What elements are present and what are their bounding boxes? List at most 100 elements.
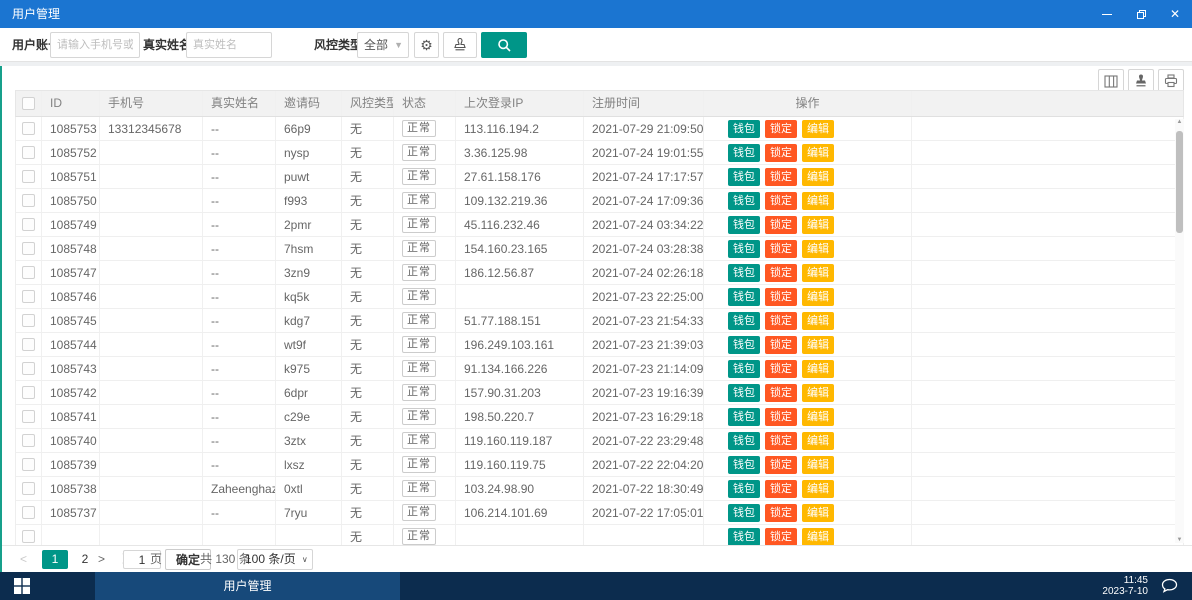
lock-button[interactable]: 锁定 [765,360,797,378]
row-checkbox[interactable] [22,170,35,183]
wallet-button[interactable]: 钱包 [728,264,760,282]
settings-button[interactable]: ⚙ [414,32,439,58]
lock-button[interactable]: 锁定 [765,120,797,138]
edit-button[interactable]: 编辑 [802,168,834,186]
edit-button[interactable]: 编辑 [802,456,834,474]
row-checkbox[interactable] [22,482,35,495]
lock-button[interactable]: 锁定 [765,480,797,498]
close-button[interactable]: ✕ [1158,0,1192,28]
row-checkbox[interactable] [22,338,35,351]
select-all-checkbox[interactable] [22,97,35,110]
edit-button[interactable]: 编辑 [802,384,834,402]
lock-button[interactable]: 锁定 [765,408,797,426]
taskbar-clock[interactable]: 11:45 2023-7-10 [1102,575,1148,597]
row-checkbox[interactable] [22,218,35,231]
edit-button[interactable]: 编辑 [802,144,834,162]
lock-button[interactable]: 锁定 [765,288,797,306]
wallet-button[interactable]: 钱包 [728,144,760,162]
stamp-button[interactable] [443,32,477,58]
vertical-scrollbar[interactable]: ▲ ▼ [1175,119,1184,543]
cell-risk: 无 [342,333,394,356]
edit-button[interactable]: 编辑 [802,432,834,450]
scroll-up-icon[interactable]: ▲ [1175,119,1184,125]
edit-button[interactable]: 编辑 [802,120,834,138]
wallet-button[interactable]: 钱包 [728,288,760,306]
wallet-button[interactable]: 钱包 [728,504,760,522]
row-checkbox[interactable] [22,122,35,135]
chat-icon[interactable] [1161,578,1178,598]
lock-button[interactable]: 锁定 [765,504,797,522]
wallet-button[interactable]: 钱包 [728,384,760,402]
lock-button[interactable]: 锁定 [765,192,797,210]
prev-page-button[interactable]: < [20,546,27,573]
row-checkbox[interactable] [22,362,35,375]
row-checkbox[interactable] [22,458,35,471]
lock-button[interactable]: 锁定 [765,528,797,545]
scrollbar-thumb[interactable] [1176,131,1183,233]
page-button-2[interactable]: 2 [72,550,98,569]
edit-button[interactable]: 编辑 [802,216,834,234]
wallet-button[interactable]: 钱包 [728,192,760,210]
row-checkbox[interactable] [22,314,35,327]
minimize-button[interactable] [1090,0,1124,28]
edit-button[interactable]: 编辑 [802,360,834,378]
row-checkbox[interactable] [22,266,35,279]
wallet-button[interactable]: 钱包 [728,528,760,545]
row-checkbox[interactable] [22,146,35,159]
page-button-1[interactable]: 1 [42,550,68,569]
edit-button[interactable]: 编辑 [802,504,834,522]
lock-button[interactable]: 锁定 [765,456,797,474]
scroll-down-icon[interactable]: ▼ [1175,537,1184,543]
wallet-button[interactable]: 钱包 [728,480,760,498]
wallet-button[interactable]: 钱包 [728,168,760,186]
edit-button[interactable]: 编辑 [802,288,834,306]
lock-button[interactable]: 锁定 [765,384,797,402]
wallet-button[interactable]: 钱包 [728,312,760,330]
taskbar-item-user-management[interactable]: 用户管理 [95,572,400,600]
edit-button[interactable]: 编辑 [802,312,834,330]
start-button[interactable] [14,578,30,599]
edit-button[interactable]: 编辑 [802,240,834,258]
lock-button[interactable]: 锁定 [765,336,797,354]
restore-button[interactable] [1124,0,1158,28]
per-page-select[interactable]: 100 条/页 ∨ [237,549,313,570]
wallet-button[interactable]: 钱包 [728,240,760,258]
lock-button[interactable]: 锁定 [765,216,797,234]
account-input[interactable] [50,32,140,58]
edit-button[interactable]: 编辑 [802,528,834,545]
edit-button[interactable]: 编辑 [802,264,834,282]
wallet-button[interactable]: 钱包 [728,432,760,450]
row-checkbox[interactable] [22,194,35,207]
search-button[interactable] [481,32,527,58]
row-checkbox[interactable] [22,506,35,519]
wallet-button[interactable]: 钱包 [728,120,760,138]
row-checkbox[interactable] [22,530,35,543]
edit-button[interactable]: 编辑 [802,408,834,426]
wallet-button[interactable]: 钱包 [728,336,760,354]
wallet-button[interactable]: 钱包 [728,216,760,234]
lock-button[interactable]: 锁定 [765,312,797,330]
row-checkbox[interactable] [22,386,35,399]
lock-button[interactable]: 锁定 [765,144,797,162]
row-checkbox[interactable] [22,434,35,447]
next-page-button[interactable]: > [98,546,105,573]
row-checkbox[interactable] [22,290,35,303]
row-checkbox[interactable] [22,242,35,255]
lock-button[interactable]: 锁定 [765,240,797,258]
wallet-button[interactable]: 钱包 [728,360,760,378]
row-checkbox[interactable] [22,410,35,423]
cell-risk: 无 [342,405,394,428]
chevron-down-icon: ∨ [302,550,308,569]
lock-button[interactable]: 锁定 [765,264,797,282]
edit-button[interactable]: 编辑 [802,192,834,210]
lock-button[interactable]: 锁定 [765,432,797,450]
edit-button[interactable]: 编辑 [802,336,834,354]
cell-id: 1085741 [42,405,100,428]
lock-button[interactable]: 锁定 [765,168,797,186]
risk-type-select[interactable]: 全部 ▼ [357,32,409,58]
wallet-button[interactable]: 钱包 [728,408,760,426]
realname-input[interactable] [186,32,272,58]
wallet-button[interactable]: 钱包 [728,456,760,474]
edit-button[interactable]: 编辑 [802,480,834,498]
cell-code: 3ztx [276,429,342,452]
